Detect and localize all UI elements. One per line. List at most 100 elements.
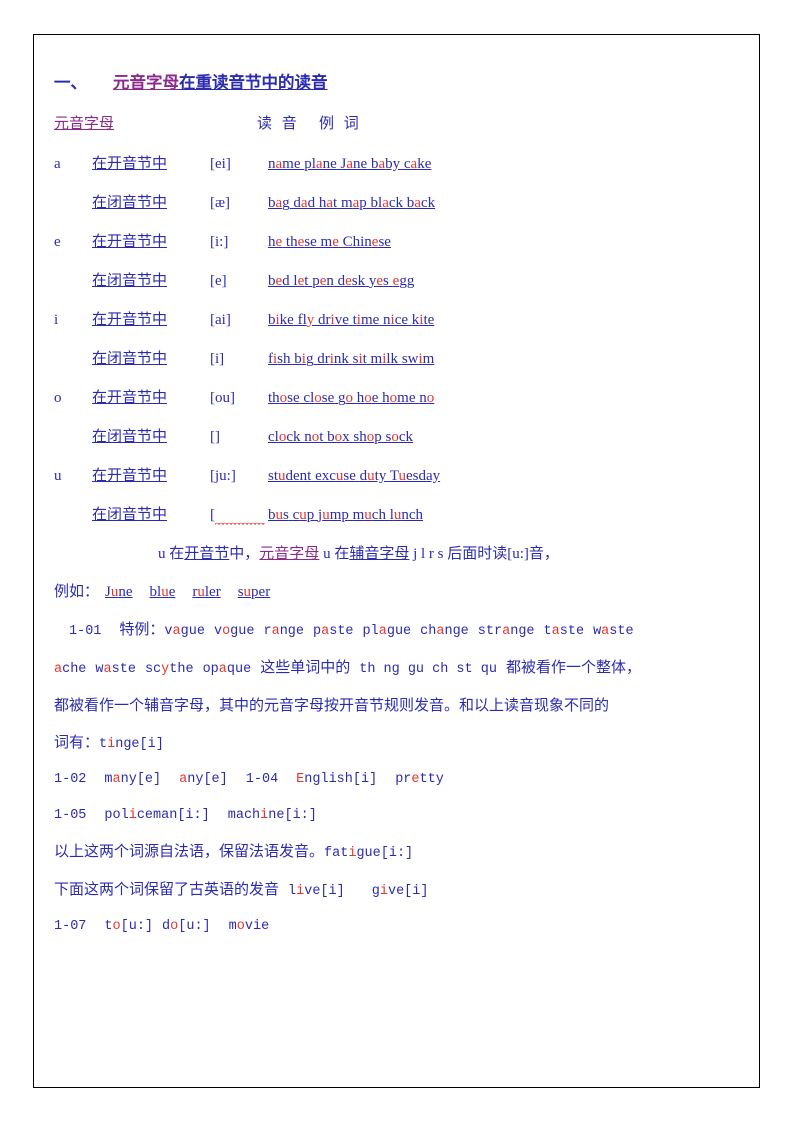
word-prefix: h <box>268 233 276 250</box>
word-prefix: str <box>477 623 503 639</box>
word-prefix: ch <box>420 623 437 639</box>
example-word: desk <box>338 273 366 289</box>
word-fatigue: fatigue[i:] <box>324 846 413 861</box>
word-prefix: t <box>104 919 113 935</box>
table-row: e 在开音节中 [i:] he these me Chinese <box>54 233 733 251</box>
word-suffix: lk <box>386 350 399 367</box>
word-suffix: ke <box>417 155 432 172</box>
word-suffix: ck <box>286 428 301 445</box>
special-line2-cn-a: 这些单词中的 <box>260 659 351 676</box>
word-suffix: ve[i] <box>304 883 345 899</box>
word-prefix: pl <box>304 155 316 172</box>
syllable-type-cell: 在开音节中 <box>92 311 168 328</box>
highlighted-vowel: e <box>332 233 339 250</box>
word-suffix: gue <box>386 623 412 639</box>
column-header-example: 例 词 <box>319 115 362 132</box>
word-any: any[e] <box>179 772 228 787</box>
syllable-type-cell: 在开音节中 <box>92 389 168 406</box>
word-prefix: b <box>327 428 335 445</box>
example-word: blue <box>150 584 176 600</box>
example-word: paste <box>313 624 354 639</box>
example-word: dad <box>293 195 315 211</box>
example-word: fish <box>268 351 291 367</box>
example-word: jump <box>318 507 349 523</box>
example-word: black <box>371 195 404 211</box>
word-prefix: exc <box>315 467 336 484</box>
example-word: baby <box>371 156 400 172</box>
special-number-1-01: 1-01 <box>69 623 102 639</box>
table-row: o 在开音节中 [ou] those close go hoe home no <box>54 389 733 407</box>
heading-underlined-term: 元音字母 <box>113 73 179 92</box>
word-prefix: d <box>162 919 171 935</box>
word-suffix: ch <box>371 506 386 523</box>
word-prefix: m <box>340 194 353 211</box>
word-suffix: se <box>304 233 317 250</box>
example-word: waste <box>95 662 136 677</box>
table-row: i 在开音节中 [ai] bike fly drive time nice kite <box>54 311 733 329</box>
syllable-type-cell: 在闭音节中 <box>92 350 168 367</box>
highlighted-vowel: o <box>426 389 435 406</box>
word-suffix: ve[i] <box>387 883 429 899</box>
word-suffix: ke <box>279 311 294 328</box>
word-prefix: st <box>268 467 279 484</box>
example-word: drink <box>317 351 349 367</box>
example-word: excuse <box>315 468 356 484</box>
highlighted-vowel: e <box>345 272 352 289</box>
examples-label: 例如： <box>54 583 100 600</box>
example-word: name <box>268 156 301 172</box>
word-suffix: ny[e] <box>120 772 162 788</box>
column-header-vowel: 元音字母 <box>54 115 115 132</box>
highlighted-vowel: a <box>315 155 323 172</box>
word-prefix: th <box>268 389 280 406</box>
word-suffix: nge[i] <box>115 737 164 753</box>
vowel-letter-cell: a <box>54 155 61 172</box>
word-suffix: ck <box>398 428 414 445</box>
highlighted-vowel: a <box>326 194 334 211</box>
example-word: vogue <box>214 624 255 639</box>
word-prefix: n <box>383 311 391 328</box>
example-word: hoe <box>357 390 379 406</box>
note-part-2: 中， <box>229 545 260 562</box>
example-word: taste <box>544 624 585 639</box>
word-suffix: [u:] <box>178 919 211 935</box>
example-word: pretty <box>395 772 444 787</box>
example-word: Tuesday <box>390 468 440 484</box>
word-suffix: dent <box>285 467 312 484</box>
word-prefix: g <box>371 883 380 899</box>
word-suffix: sh <box>277 350 291 367</box>
word-suffix: t <box>304 272 309 289</box>
example-words-cell: those close go hoe home no <box>268 389 434 407</box>
word-give: give[i] <box>372 884 429 899</box>
word-suffix: n <box>326 272 334 289</box>
word-prefix: p <box>313 623 322 639</box>
word-suffix: ne <box>118 583 133 600</box>
example-word: let <box>293 273 308 289</box>
word-prefix: bl <box>149 583 162 600</box>
example-word: clock <box>268 429 301 445</box>
word-prefix: l <box>288 883 297 899</box>
vowel-letter-cell: u <box>54 467 62 484</box>
word-suffix: t <box>333 194 338 211</box>
heading-number: 一、 <box>54 73 87 92</box>
highlighted-vowel: a <box>112 772 121 788</box>
phonetic-symbol: [æ] <box>210 194 230 211</box>
word-suffix: esday <box>405 467 441 484</box>
word-suffix: mp <box>329 506 349 523</box>
word-prefix: v <box>164 623 173 639</box>
word-suffix: gue <box>180 623 205 639</box>
example-word: do[u:] <box>162 919 211 934</box>
example-word: pen <box>312 273 334 289</box>
highlighted-vowel: u <box>161 583 169 600</box>
example-word: ache <box>54 662 86 677</box>
word-suffix: d <box>307 194 316 211</box>
special-case-line-8: 下面这两个词保留了古英语的发音 live[i] give[i] <box>54 881 733 900</box>
word-suffix: g <box>282 194 290 211</box>
example-word: any[e] <box>179 772 228 787</box>
u-examples-line: 例如： June blue ruler super <box>54 583 733 601</box>
word-prefix: sc <box>144 661 162 677</box>
word-suffix: d <box>282 272 290 289</box>
word-suffix: t <box>362 350 367 367</box>
word-suffix: s <box>283 506 289 523</box>
special-case-line-6: 1-05 policeman[i:] machine[i:] <box>54 808 733 824</box>
word-machine: machine[i:] <box>228 808 317 823</box>
